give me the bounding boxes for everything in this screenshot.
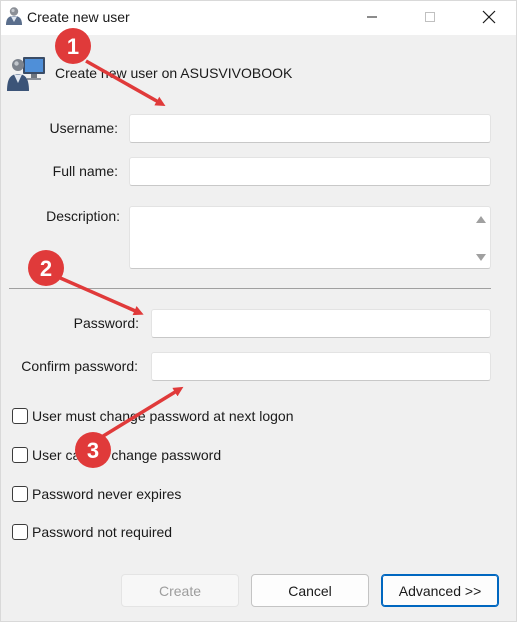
- option-label: User must change password at next logon: [32, 408, 294, 424]
- option-must-change-password[interactable]: User must change password at next logon: [12, 408, 293, 424]
- description-label: Description:: [46, 208, 120, 224]
- scroll-up-arrow-icon[interactable]: [476, 216, 486, 223]
- window-title: Create new user: [27, 9, 130, 25]
- option-password-never-expires[interactable]: Password never expires: [12, 486, 181, 502]
- option-label: User cannot change password: [32, 447, 222, 463]
- confirm-password-input[interactable]: [151, 352, 491, 381]
- description-input[interactable]: [129, 206, 491, 269]
- maximize-icon: [425, 12, 435, 22]
- username-input[interactable]: [129, 114, 491, 143]
- advanced-button[interactable]: Advanced >>: [381, 574, 499, 607]
- fullname-label: Full name:: [52, 163, 118, 179]
- maximize-button[interactable]: [407, 1, 453, 33]
- minimize-button[interactable]: [349, 1, 395, 33]
- dialog-heading: Create new user on ASUSVIVOBOOK: [55, 65, 293, 81]
- password-input[interactable]: [151, 309, 491, 338]
- title-bar: Create new user: [1, 1, 516, 35]
- option-label: Password never expires: [32, 486, 182, 502]
- option-cannot-change-password[interactable]: User cannot change password: [12, 447, 221, 463]
- checkbox[interactable]: [12, 524, 28, 540]
- username-label: Username:: [49, 120, 118, 136]
- fullname-input[interactable]: [129, 157, 491, 186]
- section-divider: [9, 288, 491, 289]
- close-icon: [482, 10, 496, 24]
- close-button[interactable]: [466, 1, 512, 33]
- create-user-dialog: Create new user Create new user on ASUSV…: [0, 0, 517, 622]
- password-label: Password:: [73, 315, 139, 331]
- option-label: Password not required: [32, 524, 173, 540]
- scroll-down-arrow-icon[interactable]: [476, 254, 486, 261]
- option-password-not-required[interactable]: Password not required: [12, 524, 172, 540]
- confirm-password-label: Confirm password:: [21, 358, 138, 374]
- user-icon: [5, 6, 23, 26]
- minimize-icon: [367, 16, 377, 18]
- cancel-button[interactable]: Cancel: [251, 574, 369, 607]
- checkbox[interactable]: [12, 447, 28, 463]
- computer-user-icon: [7, 51, 47, 91]
- checkbox[interactable]: [12, 486, 28, 502]
- create-button[interactable]: Create: [121, 574, 239, 607]
- checkbox[interactable]: [12, 408, 28, 424]
